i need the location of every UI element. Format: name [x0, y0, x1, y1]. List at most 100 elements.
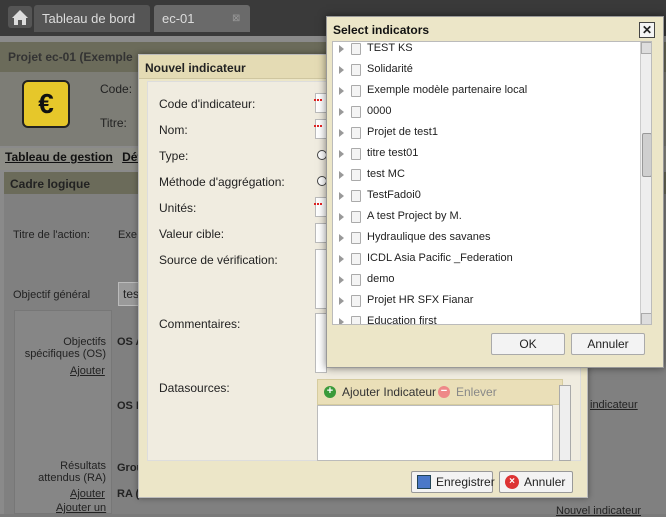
document-icon — [351, 148, 361, 160]
tree-item-label: Exemple modèle partenaire local — [367, 84, 528, 96]
tree-item-label: Solidarité — [367, 63, 413, 75]
titre-label: Titre: — [100, 116, 127, 130]
euro-icon: € — [22, 80, 70, 128]
expand-arrow-icon[interactable] — [339, 87, 344, 95]
tab-label: ec-01 — [162, 11, 195, 26]
tree-scrollbar[interactable] — [640, 42, 651, 324]
expand-arrow-icon[interactable] — [339, 66, 344, 74]
tree-item-label: TEST KS — [367, 42, 413, 54]
spellcheck-marker — [314, 98, 322, 101]
tab-label: Tableau de bord — [42, 11, 136, 26]
scroll-thumb[interactable] — [642, 133, 651, 177]
expand-arrow-icon[interactable] — [339, 276, 344, 284]
methode-aggregation-label: Méthode d'aggrégation: — [159, 175, 285, 189]
expand-arrow-icon[interactable] — [339, 45, 344, 53]
expand-arrow-icon[interactable] — [339, 150, 344, 158]
tree-item[interactable]: Exemple modèle partenaire local — [333, 84, 637, 105]
titre-action-value: Exe — [118, 229, 137, 241]
tree-item[interactable]: Projet HR SFX Fianar — [333, 294, 637, 315]
cancel-button[interactable]: × Annuler — [499, 471, 573, 493]
document-icon — [351, 190, 361, 202]
valeur-cible-label: Valeur cible: — [159, 227, 225, 241]
tree-item[interactable]: titre test01 — [333, 147, 637, 168]
tree-item-label: ICDL Asia Pacific _Federation — [367, 252, 513, 264]
tree-item-label: A test Project by M. — [367, 210, 462, 222]
expand-arrow-icon[interactable] — [339, 318, 344, 324]
document-icon — [351, 274, 361, 286]
unites-label: Unités: — [159, 201, 197, 215]
spellcheck-marker — [314, 124, 322, 127]
os-indicator-link[interactable]: indicateur — [590, 399, 638, 411]
tree-item-label: Projet HR SFX Fianar — [367, 294, 474, 306]
save-button[interactable]: Enregistrer — [411, 471, 495, 493]
nouvel-indicateur-link[interactable]: Nouvel indicateur — [556, 505, 641, 517]
expand-arrow-icon[interactable] — [339, 108, 344, 116]
os-label: Objectifs spécifiques (OS) — [24, 336, 106, 360]
tree-item[interactable]: TestFadoi0 — [333, 189, 637, 210]
tree-item[interactable]: ICDL Asia Pacific _Federation — [333, 252, 637, 273]
indicator-tree: TEST KS Solidarité Exemple modèle partenai… — [332, 41, 652, 325]
scroll-up-icon[interactable] — [641, 42, 651, 54]
tab-tableau-de-bord[interactable]: Tableau de bord — [34, 5, 150, 32]
remove-button[interactable]: Enlever — [456, 385, 497, 399]
expand-arrow-icon[interactable] — [339, 213, 344, 221]
tree-item-label: demo — [367, 273, 395, 285]
save-icon — [417, 475, 431, 489]
scroll-down-icon[interactable] — [641, 313, 651, 324]
tree-item-label: 0000 — [367, 105, 392, 117]
ra-label: Résultats attendus (RA) — [38, 460, 106, 484]
select-cancel-button[interactable]: Annuler — [571, 333, 645, 355]
dialog-scrollbar[interactable] — [559, 385, 571, 461]
tree-item-label: Hydraulique des savanes — [367, 231, 491, 243]
expand-arrow-icon[interactable] — [339, 171, 344, 179]
expand-arrow-icon[interactable] — [339, 255, 344, 263]
expand-arrow-icon[interactable] — [339, 129, 344, 137]
tree-item[interactable]: Projet de test1 — [333, 126, 637, 147]
titre-action-label: Titre de l'action: — [13, 229, 90, 241]
add-icon: + — [324, 386, 336, 398]
cancel-icon: × — [505, 475, 519, 489]
tree-item[interactable]: Solidarité — [333, 63, 637, 84]
tree-item[interactable]: Education first — [333, 315, 637, 325]
close-icon[interactable]: ✕ — [639, 22, 655, 38]
ra-add-un-link[interactable]: Ajouter un — [56, 502, 106, 514]
tree-item[interactable]: Hydraulique des savanes — [333, 231, 637, 252]
expand-arrow-icon[interactable] — [339, 234, 344, 242]
document-icon — [351, 169, 361, 181]
tree-item[interactable]: test MC — [333, 168, 637, 189]
add-indicator-button[interactable]: Ajouter Indicateur — [342, 385, 436, 399]
document-icon — [351, 43, 361, 55]
tree-item-label: Education first — [367, 315, 437, 325]
tree-item[interactable]: A test Project by M. — [333, 210, 637, 231]
document-icon — [351, 211, 361, 223]
objectif-general-label: Objectif général — [13, 289, 91, 301]
tree-item[interactable]: TEST KS — [333, 42, 637, 63]
expand-arrow-icon[interactable] — [339, 192, 344, 200]
document-icon — [351, 253, 361, 265]
close-tab-icon[interactable]: ⊠ — [232, 14, 242, 24]
tree-item-label: Projet de test1 — [367, 126, 438, 138]
datasources-toolbar: + Ajouter Indicateur − Enlever — [317, 379, 563, 405]
remove-icon: − — [438, 386, 450, 398]
tree-item-label: test MC — [367, 168, 405, 180]
os-add-link[interactable]: Ajouter — [70, 365, 105, 377]
tree-item[interactable]: 0000 — [333, 105, 637, 126]
select-dialog-title: Select indicators — [333, 23, 430, 37]
tree-item[interactable]: demo — [333, 273, 637, 294]
ok-button[interactable]: OK — [491, 333, 565, 355]
select-indicators-dialog: Select indicators ✕ TEST KS Solidarité Exe… — [326, 16, 664, 368]
source-verification-label: Source de vérification: — [159, 253, 278, 267]
datasources-list[interactable] — [317, 405, 553, 461]
home-icon[interactable] — [8, 6, 32, 28]
ra-item-label: RA ( — [117, 488, 140, 500]
ra-add-link[interactable]: Ajouter — [70, 488, 105, 500]
document-icon — [351, 316, 361, 324]
spellcheck-marker — [314, 202, 322, 205]
document-icon — [351, 295, 361, 307]
datasources-label: Datasources: — [159, 381, 230, 395]
nom-label: Nom: — [159, 123, 188, 137]
tree-item-label: TestFadoi0 — [367, 189, 421, 201]
nav-link-tableau-de-gestion[interactable]: Tableau de gestion — [5, 150, 113, 164]
expand-arrow-icon[interactable] — [339, 297, 344, 305]
document-icon — [351, 64, 361, 76]
